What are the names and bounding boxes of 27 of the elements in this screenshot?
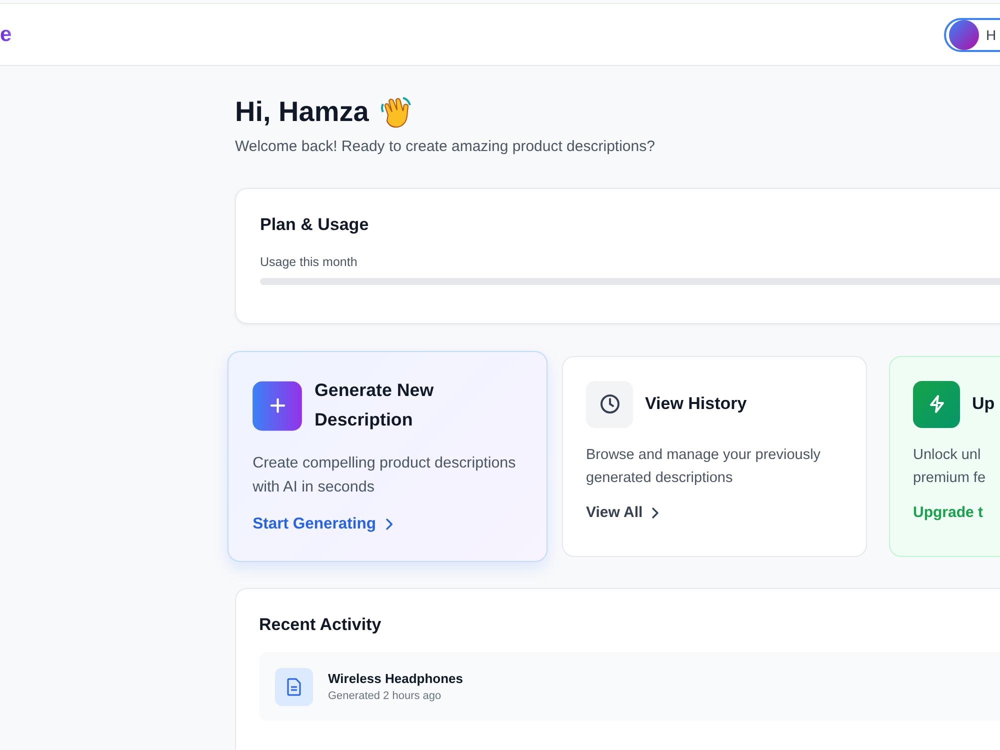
activity-item[interactable]: Wireless Headphones Generated 2 hours ago: [259, 652, 1000, 721]
card-link[interactable]: Start Generating: [252, 514, 393, 533]
clock-icon: [598, 393, 620, 415]
avatar: [949, 20, 979, 50]
waving-hand-icon: [378, 95, 413, 129]
item-timestamp: Generated 2 hours ago: [328, 690, 442, 702]
plus-icon: [268, 397, 286, 414]
card-description: Create compelling product descriptions with AI in seconds: [252, 454, 517, 498]
chevron-right-icon: [650, 506, 659, 518]
welcome-text: Welcome back! Ready to create amazing product descriptions?: [235, 138, 656, 155]
chevron-right-icon: [384, 517, 393, 530]
card-description: Unlock unl premium fe: [913, 446, 987, 488]
action-card[interactable]: Generate New Description Create compelling product descriptions with AI in seconds Start Generating: [227, 350, 548, 562]
card-title: Up: [972, 393, 995, 415]
item-title: Wireless Headphones: [328, 671, 463, 686]
card-title: Recent Activity: [259, 615, 382, 635]
card-description: Browse and manage your previously generated descriptions: [586, 446, 822, 488]
card-title: View History: [645, 393, 747, 415]
card-title: Generate New Description: [314, 379, 435, 432]
card-title: Plan & Usage: [260, 215, 370, 235]
usage-label: Usage this month: [260, 255, 358, 269]
action-card[interactable]: View History Browse and manage your previously generated descriptions View All: [562, 356, 867, 557]
greeting-title: Hi, Hamza: [235, 96, 369, 128]
action-card[interactable]: Up Unlock unl premium fe Upgrade t: [889, 356, 1000, 557]
document-icon: [286, 678, 302, 696]
card-link[interactable]: View All: [586, 504, 659, 521]
user-menu-button[interactable]: H: [944, 18, 1000, 52]
